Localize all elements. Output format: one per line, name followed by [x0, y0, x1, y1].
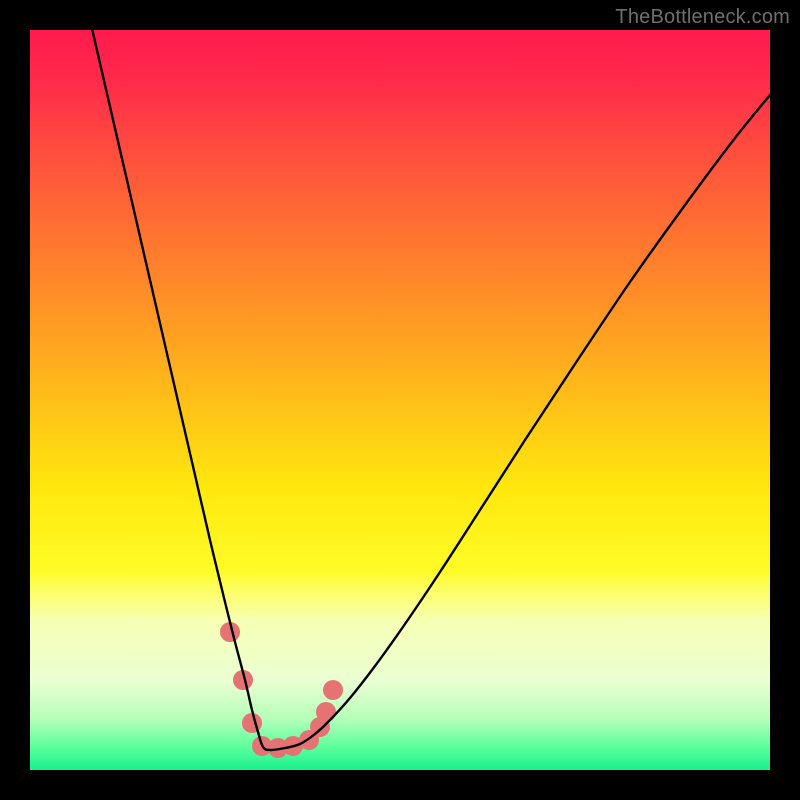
- chart-frame: TheBottleneck.com: [0, 0, 800, 800]
- chart-curve-layer: [30, 30, 770, 770]
- marker-dot: [316, 702, 336, 722]
- marker-dot: [242, 713, 262, 733]
- watermark-text: TheBottleneck.com: [615, 6, 790, 29]
- markers-group: [220, 622, 343, 758]
- main-curve: [90, 30, 770, 750]
- marker-dot: [323, 680, 343, 700]
- plot-area: [30, 30, 770, 770]
